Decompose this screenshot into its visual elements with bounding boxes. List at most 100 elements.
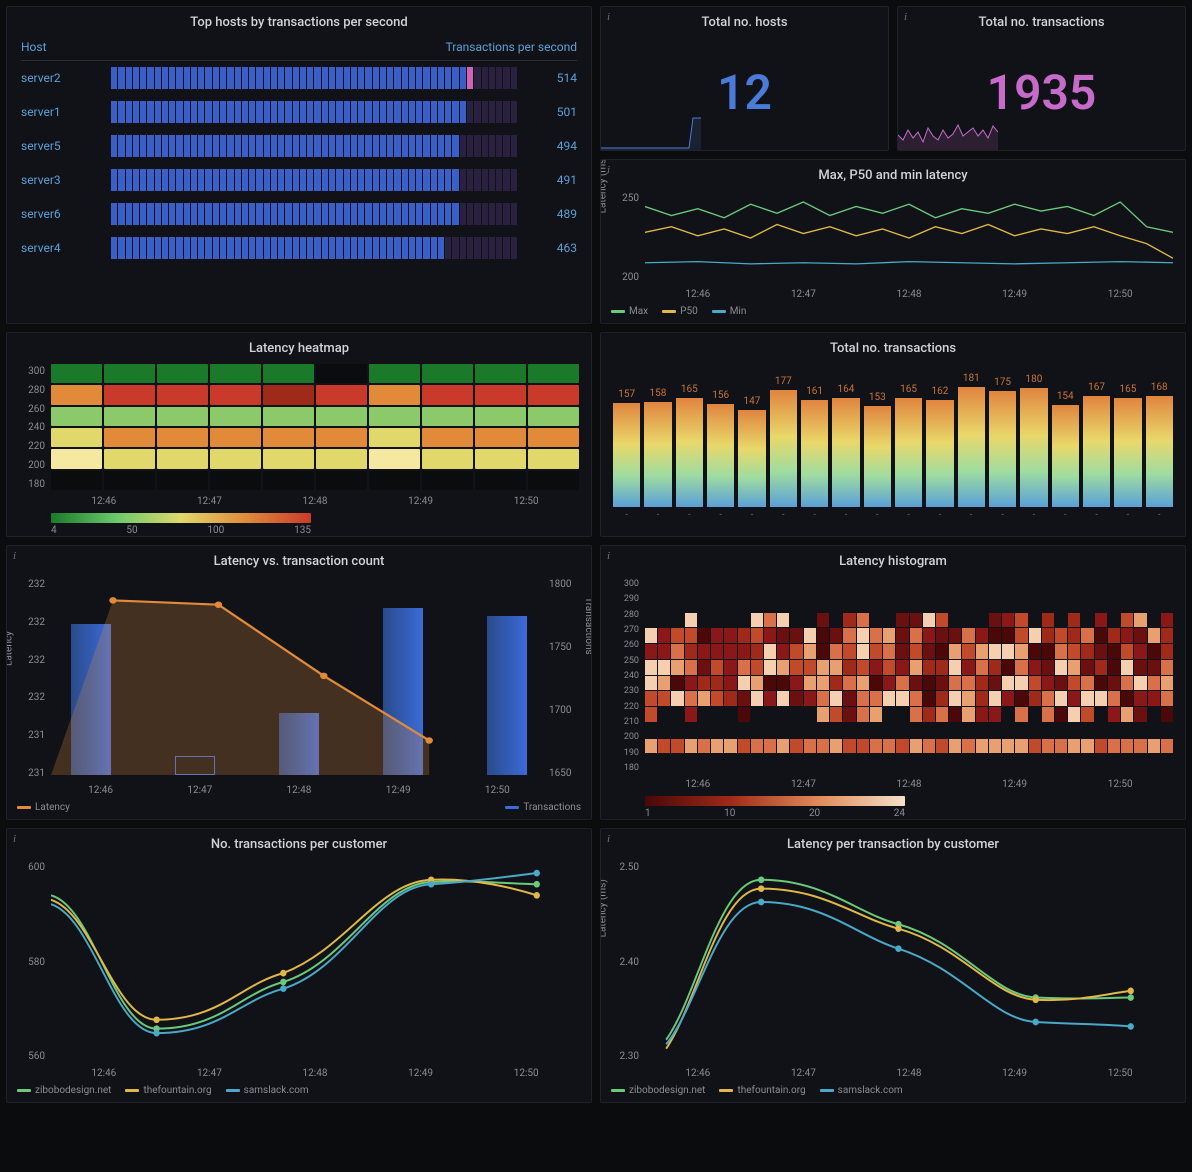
legend-swatch xyxy=(719,1089,733,1092)
info-icon[interactable]: i xyxy=(607,11,610,23)
panel-total-txn-bars[interactable]: Total no. transactions 157-158-165-156-1… xyxy=(600,332,1186,537)
host-name: server4 xyxy=(21,241,101,255)
panel-title: Latency vs. transaction count xyxy=(7,546,591,573)
legend-item[interactable]: zibobodesign.net xyxy=(17,1085,111,1096)
bar: 181- xyxy=(958,373,985,520)
panel-latency-heatmap[interactable]: Latency heatmap 300 280 260 240 220 200 … xyxy=(6,332,592,537)
legend-swatch xyxy=(611,310,625,313)
x-ticks: 12:46 12:47 12:48 12:49 12:50 xyxy=(601,777,1185,792)
col-tps[interactable]: Transactions per second xyxy=(446,40,577,54)
bar: 164- xyxy=(832,384,859,520)
legend-label: P50 xyxy=(680,306,698,317)
info-icon[interactable]: i xyxy=(13,550,16,562)
y-ticks: 250 200 xyxy=(609,193,639,283)
host-value: 491 xyxy=(527,173,577,187)
y-axis-label: Latency (ms) xyxy=(600,879,609,937)
legend-swatch xyxy=(505,806,519,809)
legend-label: Latency xyxy=(35,802,70,813)
legend-item[interactable]: samslack.com xyxy=(820,1085,903,1096)
panel-title: Max, P50 and min latency xyxy=(601,160,1185,187)
legend-label: samslack.com xyxy=(838,1085,903,1096)
legend-swatch xyxy=(820,1089,834,1092)
bar: 158- xyxy=(644,388,671,520)
legend: Max P50 Min xyxy=(601,302,1185,323)
panel-title: No. transactions per customer xyxy=(7,829,591,856)
y-ticks-right: 1800 1750 1700 1650 xyxy=(549,579,583,779)
legend-item[interactable]: Min xyxy=(712,306,747,317)
table-row[interactable]: server6489 xyxy=(21,197,577,231)
panel-total-hosts[interactable]: i Total no. hosts 12 xyxy=(600,6,889,151)
panel-latency-lines[interactable]: i Max, P50 and min latency Latency (ms) … xyxy=(600,159,1186,324)
line-chart xyxy=(645,862,1173,1062)
heatmap-grid xyxy=(51,364,579,490)
bar: 165- xyxy=(1114,384,1141,520)
histogram-grid xyxy=(645,581,1173,769)
host-bar xyxy=(111,169,517,191)
x-ticks: 12:46 12:47 12:48 12:49 12:50 xyxy=(7,494,591,509)
legend-item[interactable]: zibobodesign.net xyxy=(611,1085,705,1096)
legend: zibobodesign.net thefountain.org samslack.… xyxy=(601,1081,1185,1102)
legend-item[interactable]: thefountain.org xyxy=(125,1085,211,1096)
bar: 156- xyxy=(707,390,734,520)
legend-item[interactable]: Transactions xyxy=(505,802,581,813)
y-ticks: 300 290 280 270 260 250 240 230 220 210 … xyxy=(609,579,639,773)
y-ticks: 2.50 2.40 2.30 xyxy=(609,862,639,1062)
color-scale xyxy=(645,796,905,806)
legend-swatch xyxy=(662,310,676,313)
host-value: 463 xyxy=(527,241,577,255)
info-icon[interactable]: i xyxy=(13,833,16,845)
host-bar xyxy=(111,135,517,157)
panel-total-transactions[interactable]: i Total no. transactions 1935 xyxy=(897,6,1186,151)
panel-latency-per-customer[interactable]: i Latency per transaction by customer La… xyxy=(600,828,1186,1103)
bar: 177- xyxy=(770,376,797,520)
host-value: 494 xyxy=(527,139,577,153)
legend-item[interactable]: Latency xyxy=(17,802,70,813)
legend-label: zibobodesign.net xyxy=(35,1085,111,1096)
legend-item[interactable]: Max xyxy=(611,306,648,317)
info-icon[interactable]: i xyxy=(904,11,907,23)
bars-wrap: 157-158-165-156-147-177-161-164-153-165-… xyxy=(613,364,1173,520)
panel-title: Total no. transactions xyxy=(898,7,1185,34)
col-host[interactable]: Host xyxy=(21,40,446,54)
scale-ticks: 4 50 100 135 xyxy=(51,523,311,536)
x-ticks: 12:46 12:47 12:48 12:49 12:50 xyxy=(7,1066,591,1081)
legend-swatch xyxy=(125,1089,139,1092)
legend-item[interactable]: thefountain.org xyxy=(719,1085,805,1096)
line-chart xyxy=(51,862,579,1062)
legend: zibobodesign.net thefountain.org samslack.… xyxy=(7,1081,591,1102)
latency-line xyxy=(51,581,547,775)
legend-item[interactable]: samslack.com xyxy=(226,1085,309,1096)
table-row[interactable]: server1501 xyxy=(21,95,577,129)
legend-label: Max xyxy=(629,306,648,317)
bar: 165- xyxy=(895,384,922,520)
info-icon[interactable]: i xyxy=(607,550,610,562)
legend-swatch xyxy=(611,1089,625,1092)
y-ticks: 600 580 560 xyxy=(15,862,45,1062)
host-name: server5 xyxy=(21,139,101,153)
panel-title: Latency per transaction by customer xyxy=(601,829,1185,856)
stats-row: i Total no. hosts 12 i Total no. transac… xyxy=(600,6,1186,151)
chart-body: 300 280 260 240 220 200 180 xyxy=(7,360,591,494)
legend-item[interactable]: P50 xyxy=(662,306,698,317)
sparkline xyxy=(601,110,701,150)
legend-swatch xyxy=(17,806,31,809)
line-chart xyxy=(645,193,1173,283)
host-bar xyxy=(111,203,517,225)
panel-top-hosts[interactable]: Top hosts by transactions per second Hos… xyxy=(6,6,592,324)
table-row[interactable]: server3491 xyxy=(21,163,577,197)
panel-latency-vs-txn[interactable]: i Latency vs. transaction count Latency … xyxy=(6,545,592,820)
bar: 162- xyxy=(926,386,953,520)
legend-label: Min xyxy=(730,306,747,317)
host-name: server6 xyxy=(21,207,101,221)
table-row[interactable]: server4 463 xyxy=(21,231,577,265)
table-row[interactable]: server5 494 xyxy=(21,129,577,163)
legend-label: thefountain.org xyxy=(143,1085,211,1096)
legend-swatch xyxy=(712,310,726,313)
table-row[interactable]: server2514 xyxy=(21,61,577,95)
table-header: Host Transactions per second xyxy=(21,34,577,61)
y-axis-label: Latency (ms) xyxy=(600,159,609,213)
chart-body: Latency Transactions 232 232 232 232 231… xyxy=(7,573,591,783)
panel-txn-per-customer[interactable]: i No. transactions per customer 600 580 … xyxy=(6,828,592,1103)
info-icon[interactable]: i xyxy=(607,833,610,845)
panel-latency-histogram[interactable]: i Latency histogram 300 290 280 270 260 … xyxy=(600,545,1186,820)
